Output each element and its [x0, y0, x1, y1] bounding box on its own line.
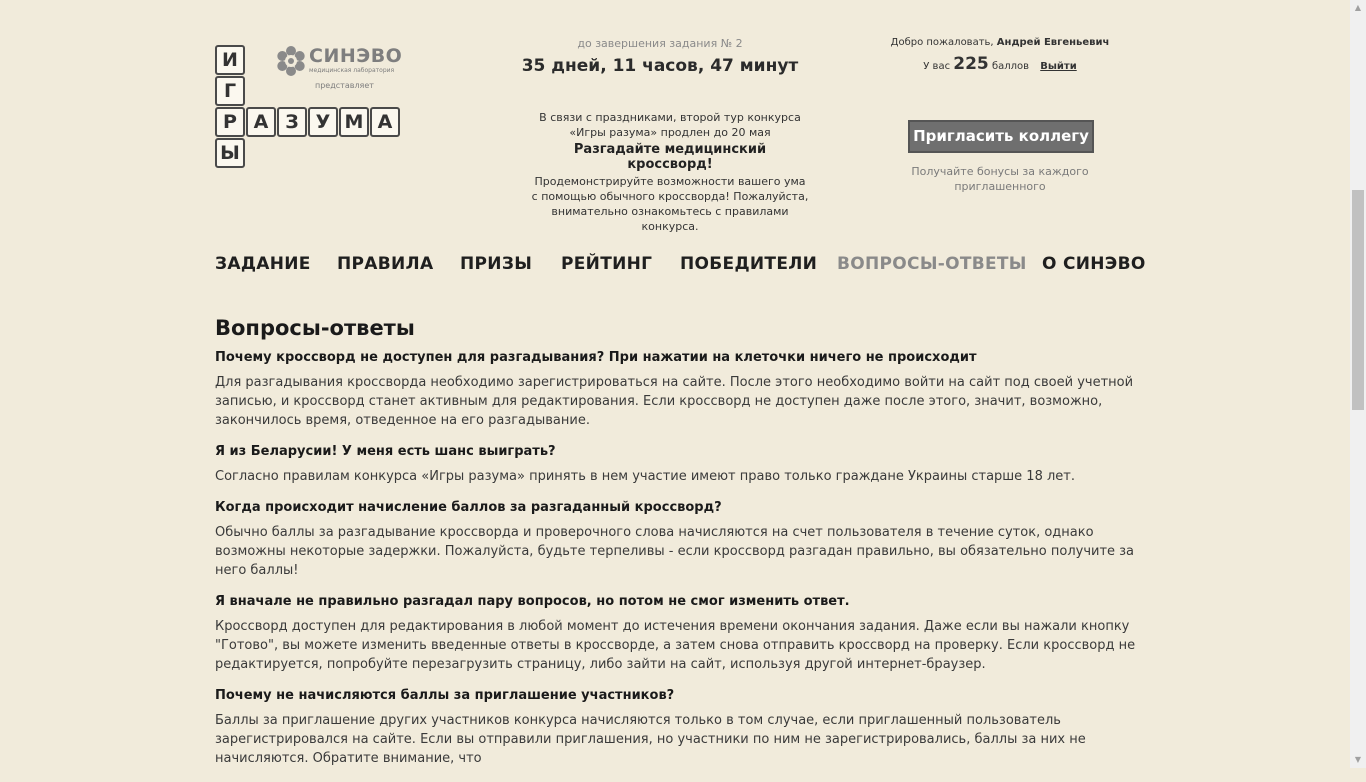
nav-item-rating[interactable]: РЕЙТИНГ — [561, 254, 652, 274]
presents-label: представляет — [315, 81, 374, 90]
vertical-scrollbar[interactable]: ▲ ▼ — [1350, 0, 1366, 768]
welcome-line: Добро пожаловать, Андрей Евгеньевич — [880, 37, 1120, 48]
countdown: до завершения задания № 2 35 дней, 11 ча… — [515, 37, 805, 76]
points-line: У вас 225 баллов Выйти — [880, 54, 1120, 74]
nav-item-task[interactable]: ЗАДАНИЕ — [215, 254, 311, 274]
sinevo-brand: СИНЭВО медицинская лаборатория представл… — [275, 45, 402, 90]
scroll-up-arrow-icon[interactable]: ▲ — [1350, 0, 1366, 16]
faq-question: Я вначале не правильно разгадал пару воп… — [215, 594, 850, 609]
logo-tile: А — [246, 107, 276, 137]
faq-content: Вопросы-ответы Почему кроссворд не досту… — [215, 316, 1140, 782]
countdown-label: до завершения задания № 2 — [577, 37, 743, 50]
points-suffix: баллов — [991, 61, 1030, 72]
logo-tile: Р — [215, 107, 245, 137]
user-panel: Добро пожаловать, Андрей Евгеньевич У ва… — [880, 37, 1120, 74]
invite-bonus-note: Получайте бонусы за каждого приглашенног… — [911, 165, 1089, 193]
notice-headline: Разгадайте медицинский кроссворд! — [573, 142, 767, 172]
logo-tile: У — [308, 107, 338, 137]
page: И Г Р А З У М А Ы СИНЭВО медицинская лаб… — [0, 0, 1350, 768]
faq-item: Почему кроссворд не доступен для разгады… — [215, 350, 1140, 430]
logo-tile: Ы — [215, 138, 245, 168]
logo-tile: Г — [215, 76, 245, 106]
faq-item: Я из Беларусии! У меня есть шанс выиграт… — [215, 444, 1140, 486]
faq-answer: Для разгадывания кроссворда необходимо з… — [215, 375, 1134, 428]
faq-item: Когда происходит начисление баллов за ра… — [215, 500, 1140, 580]
welcome-text: Добро пожаловать, — [890, 37, 994, 48]
points-value: 225 — [953, 54, 989, 74]
page-title: Вопросы-ответы — [215, 316, 415, 340]
scroll-thumb[interactable] — [1352, 190, 1364, 410]
faq-question: Почему не начисляются баллы за приглашен… — [215, 688, 675, 703]
nav-item-winners[interactable]: ПОБЕДИТЕЛИ — [680, 254, 817, 274]
notice-body: Продемонстрируйте возможности вашего ума… — [531, 175, 809, 233]
points-prefix: У вас — [923, 61, 951, 72]
nav-item-rules[interactable]: ПРАВИЛА — [337, 254, 433, 274]
logo-tile: З — [277, 107, 307, 137]
faq-item: Я вначале не правильно разгадал пару воп… — [215, 594, 1140, 674]
promo-notice: В связи с праздниками, второй тур конкур… — [530, 110, 810, 234]
brand-name: СИНЭВО — [309, 45, 403, 67]
logout-link[interactable]: Выйти — [1040, 61, 1076, 72]
faq-answer: Кроссворд доступен для редактирования в … — [215, 619, 1136, 672]
logo-tile: М — [339, 107, 369, 137]
nav-item-faq[interactable]: ВОПРОСЫ-ОТВЕТЫ — [837, 254, 1027, 274]
faq-question: Почему кроссворд не доступен для разгады… — [215, 350, 977, 365]
brand-subtitle: медицинская лаборатория — [309, 67, 395, 74]
nav-item-about-sinevo[interactable]: О СИНЭВО — [1042, 254, 1146, 274]
logo-tile: И — [215, 45, 245, 75]
scroll-down-arrow-icon[interactable]: ▼ — [1350, 752, 1366, 768]
flower-logo-icon — [277, 46, 305, 76]
faq-question: Когда происходит начисление баллов за ра… — [215, 500, 722, 515]
main-nav: ЗАДАНИЕ ПРАВИЛА ПРИЗЫ РЕЙТИНГ ПОБЕДИТЕЛИ… — [215, 254, 1145, 276]
logo-tile: А — [370, 107, 400, 137]
faq-answer: Обычно баллы за разгадывание кроссворда … — [215, 525, 1135, 578]
user-name: Андрей Евгеньевич — [996, 37, 1110, 48]
faq-answer: Согласно правилам конкурса «Игры разума»… — [215, 469, 1075, 484]
faq-question: Я из Беларусии! У меня есть шанс выиграт… — [215, 444, 556, 459]
faq-answer: Баллы за приглашение других участников к… — [215, 713, 1086, 766]
faq-item: Почему не начисляются баллы за приглашен… — [215, 688, 1140, 768]
invite-colleague-button[interactable]: Пригласить коллегу — [908, 120, 1094, 153]
nav-item-prizes[interactable]: ПРИЗЫ — [460, 254, 532, 274]
notice-extension: В связи с праздниками, второй тур конкур… — [539, 111, 801, 139]
countdown-time: 35 дней, 11 часов, 47 минут — [521, 56, 799, 76]
